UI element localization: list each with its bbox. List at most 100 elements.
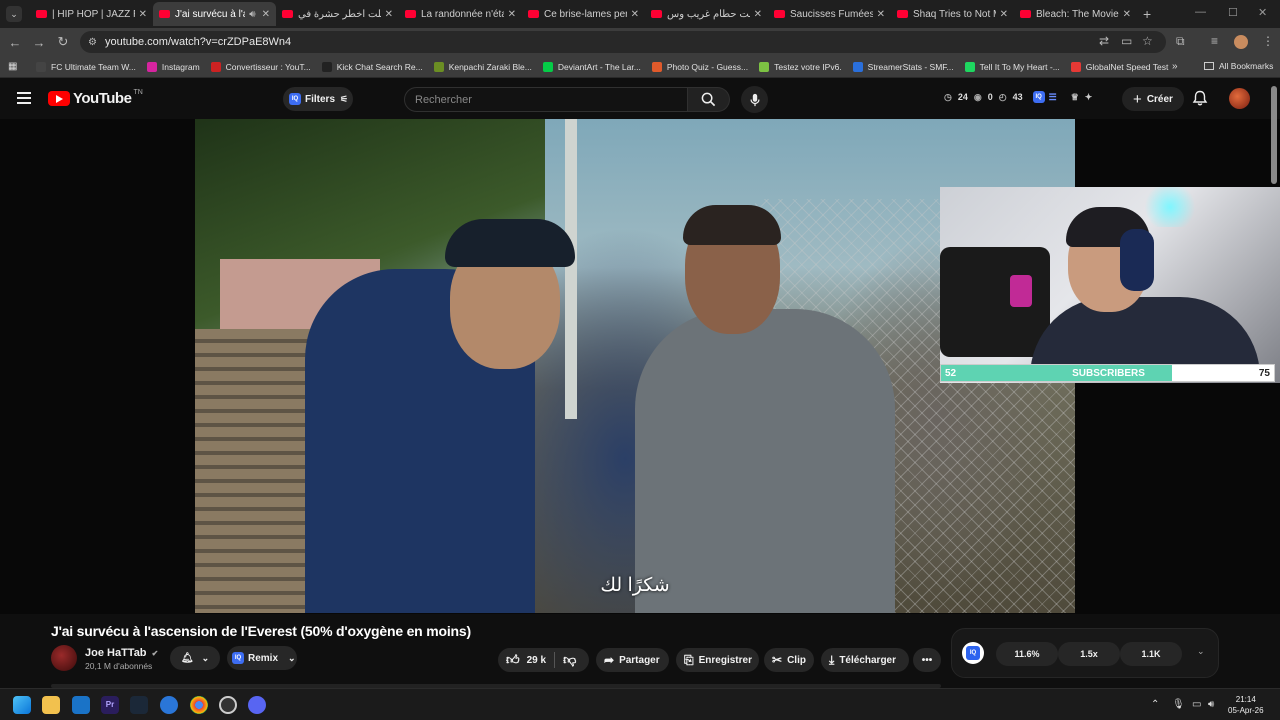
like-count[interactable]: 29 k	[527, 655, 546, 666]
browser-tab[interactable]: Bleach: The Movie (2 ✕	[1014, 2, 1137, 26]
clip-button[interactable]: ✂ Clip	[764, 648, 814, 672]
clip-label: Clip	[787, 654, 806, 666]
obs-icon[interactable]	[219, 696, 237, 714]
iq-stats-icon[interactable]: IQ	[1032, 91, 1045, 103]
premiere-icon[interactable]: Pr	[101, 696, 119, 714]
discord-icon[interactable]	[248, 696, 266, 714]
more-actions-button[interactable]: •••	[913, 648, 941, 672]
tab-close-icon[interactable]: ✕	[508, 9, 516, 20]
bookmark-star-icon[interactable]: ☆	[1142, 34, 1153, 48]
browser-tab[interactable]: J'ai survécu à l'asc 🔊︎ ✕	[153, 2, 276, 26]
file-explorer-icon[interactable]	[42, 696, 60, 714]
audio-playing-icon[interactable]: 🔊︎	[249, 9, 255, 20]
tray-volume-icon[interactable]: 🔊︎	[1208, 699, 1214, 710]
outlook-icon[interactable]	[72, 696, 90, 714]
youtube-favicon-icon	[159, 10, 170, 18]
download-button[interactable]: ⤓ Télécharger	[821, 648, 909, 672]
address-bar[interactable]: ⚙ youtube.com/watch?v=crZDPaE8Wn4	[80, 31, 1166, 53]
youtube-region-code: TN	[133, 89, 143, 96]
like-icon[interactable]: 👍︎	[506, 652, 520, 668]
bookmark-item[interactable]: GlobalNet Speed Test	[1070, 61, 1168, 72]
bookmark-item[interactable]: Convertisseur : YouT...	[210, 61, 311, 72]
browser-tab[interactable]: دخلت حطام غريب وس ✕	[645, 2, 768, 26]
menu-hamburger-icon[interactable]	[17, 92, 31, 104]
bookmark-item[interactable]: DeviantArt - The Lar...	[542, 61, 641, 72]
cast-icon[interactable]: ▭	[1121, 34, 1132, 48]
iq-panel-chevron-icon[interactable]: ⌄	[1197, 646, 1205, 657]
tab-close-icon[interactable]: ✕	[139, 9, 147, 20]
tab-search-button[interactable]: ⌄	[6, 6, 22, 22]
browser-tab[interactable]: La randonnée n'était ✕	[399, 2, 522, 26]
taskbar-clock[interactable]: 21:14 05-Apr-26	[1228, 694, 1264, 716]
bookmark-item[interactable]: Photo Quiz - Guess...	[651, 61, 748, 72]
notifications-button[interactable]	[1192, 90, 1208, 112]
page-scrollbar[interactable]	[1271, 86, 1277, 184]
address-url[interactable]: youtube.com/watch?v=crZDPaE8Wn4	[105, 36, 291, 48]
close-window-icon[interactable]: ✕	[1258, 6, 1267, 19]
chrome-icon[interactable]	[190, 696, 208, 714]
browser-tab[interactable]: أكلت أخطر حشرة في ✕	[276, 2, 399, 26]
back-button[interactable]: ←	[3, 35, 27, 50]
tray-microphone-icon[interactable]: 🎙︎	[1172, 699, 1185, 710]
save-button[interactable]: ⎘ Enregistrer	[676, 648, 759, 672]
site-info-icon[interactable]: ⚙	[88, 37, 97, 48]
bookmark-item[interactable]: Kick Chat Search Re...	[321, 61, 423, 72]
extensions-icon[interactable]: ⧉	[1176, 34, 1185, 49]
sparkle-icon[interactable]: ✦	[1085, 92, 1093, 103]
profile-avatar[interactable]	[1234, 35, 1248, 49]
remix-button[interactable]: IQ Remix ⌄	[227, 646, 297, 670]
youtube-logo[interactable]: YouTube TN	[48, 89, 143, 107]
voice-search-button[interactable]	[741, 86, 768, 113]
iq-panel-logo[interactable]: IQ	[962, 642, 984, 664]
windows-start-icon[interactable]	[13, 696, 31, 714]
bookmark-item[interactable]: FC Ultimate Team W...	[36, 61, 136, 72]
trophy-icon[interactable]: ♕	[1071, 92, 1079, 103]
bookmark-item[interactable]: Tell It To My Heart -...	[964, 61, 1060, 72]
maximize-icon[interactable]: ☐	[1228, 6, 1238, 19]
tab-close-icon[interactable]: ✕	[385, 9, 393, 20]
tray-overflow-icon[interactable]: ⌃	[1151, 699, 1159, 710]
steam-icon[interactable]	[130, 696, 148, 714]
browser-menu-icon[interactable]: ⋮	[1262, 34, 1274, 48]
channel-avatar[interactable]	[51, 645, 77, 671]
tab-close-icon[interactable]: ✕	[877, 9, 885, 20]
reload-button[interactable]: ↻	[51, 34, 75, 50]
account-avatar[interactable]	[1229, 88, 1250, 109]
share-button[interactable]: ➦ Partager	[596, 648, 669, 672]
reading-list-icon[interactable]: ≡	[1211, 34, 1218, 48]
filters-button[interactable]: IQ Filters ⚟	[283, 87, 353, 111]
translate-icon[interactable]: ⇄	[1099, 34, 1109, 48]
chevron-down-icon: ⌄	[201, 652, 210, 663]
all-bookmarks-button[interactable]: All Bookmarks	[1204, 61, 1273, 71]
battlenet-icon[interactable]	[160, 696, 178, 714]
apps-grid-icon[interactable]: ▦	[8, 61, 20, 72]
windows-taskbar: Pr ⌃ 🎙︎ ▭ 🔊︎ 21:14 05-Apr-26	[0, 688, 1280, 720]
tab-close-icon[interactable]: ✕	[1000, 9, 1008, 20]
subscription-bell-button[interactable]: 🔔︎ ⌄	[170, 646, 220, 670]
list-icon[interactable]: ☰	[1049, 92, 1057, 103]
dislike-icon[interactable]: 👎︎	[563, 652, 576, 668]
tab-close-icon[interactable]: ✕	[262, 9, 270, 20]
youtube-logo-text: YouTube	[73, 90, 132, 107]
new-tab-button[interactable]: +	[1143, 6, 1151, 22]
browser-tab[interactable]: | HIP HOP | JAZZ RAP ✕	[30, 2, 153, 26]
bookmarks-overflow-icon[interactable]: »	[1172, 61, 1178, 72]
search-input[interactable]: Rechercher	[404, 87, 688, 112]
bookmark-item[interactable]: Testez votre IPv6.	[759, 61, 842, 72]
bookmark-item[interactable]: Kenpachi Zaraki Ble...	[433, 61, 532, 72]
bookmark-item[interactable]: Instagram	[146, 61, 200, 72]
video-player[interactable]: شكرًا لك 52 SUBSCRIBERS 75	[0, 119, 1280, 614]
browser-tab[interactable]: Saucisses Fumées No ✕	[768, 2, 891, 26]
tab-close-icon[interactable]: ✕	[631, 9, 639, 20]
tab-close-icon[interactable]: ✕	[1123, 9, 1131, 20]
forward-button[interactable]: →	[27, 35, 51, 50]
bookmark-item[interactable]: StreamerStats - SMF...	[852, 61, 954, 72]
channel-name[interactable]: Joe HaTTab ✔	[85, 647, 158, 659]
tab-close-icon[interactable]: ✕	[754, 9, 762, 20]
tray-network-icon[interactable]: ▭	[1192, 699, 1201, 710]
create-button[interactable]: + Créer	[1122, 87, 1184, 111]
search-button[interactable]	[688, 87, 730, 112]
minimize-icon[interactable]: —	[1195, 6, 1206, 18]
browser-tab[interactable]: Ce brise-lames perm ✕	[522, 2, 645, 26]
browser-tab[interactable]: Shaq Tries to Not Ma ✕	[891, 2, 1014, 26]
